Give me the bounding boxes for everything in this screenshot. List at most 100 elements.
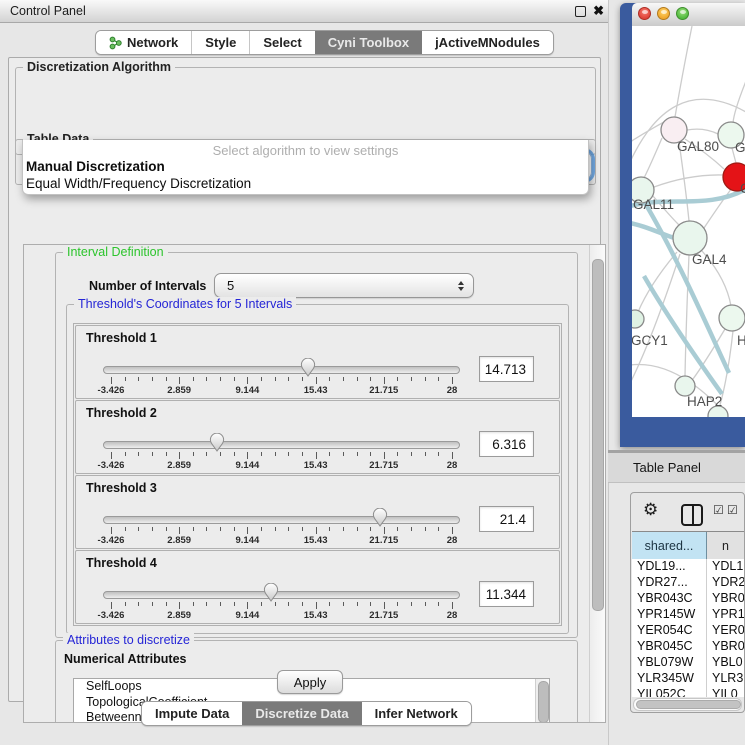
network-edge[interactable] bbox=[685, 255, 689, 376]
pane-scrollbar-thumb[interactable] bbox=[592, 259, 604, 611]
cell-shared-name[interactable]: YPR145W bbox=[632, 607, 707, 623]
cell-shared-name[interactable]: YLR345W bbox=[632, 671, 707, 687]
network-node[interactable] bbox=[632, 310, 644, 328]
threshold-value-field[interactable]: 6.316 bbox=[479, 431, 534, 457]
pane-scrollbar[interactable] bbox=[589, 245, 605, 722]
network-edge[interactable] bbox=[687, 129, 718, 134]
network-node[interactable] bbox=[675, 376, 695, 396]
threshold-value-field[interactable]: 14.713 bbox=[479, 356, 534, 382]
table-row[interactable]: YER054CYER0 bbox=[632, 623, 744, 639]
threshold-label: Threshold 4 bbox=[86, 556, 157, 570]
table-rows: YDL19...YDL1YDR27...YDR2YBR043CYBR0YPR14… bbox=[632, 559, 744, 697]
network-edge[interactable] bbox=[704, 188, 732, 228]
network-edge[interactable] bbox=[632, 122, 664, 146]
column-header-name[interactable]: n bbox=[707, 532, 744, 559]
list-scrollbar[interactable] bbox=[535, 679, 549, 723]
cell-name[interactable]: YPR1 bbox=[707, 607, 744, 623]
network-node[interactable] bbox=[719, 305, 745, 331]
table-row[interactable]: YBR045CYBR0 bbox=[632, 639, 744, 655]
cell-shared-name[interactable]: YDL19... bbox=[632, 559, 707, 575]
checkbox-icon[interactable]: ☑ bbox=[727, 503, 738, 517]
tab-infer-network[interactable]: Infer Network bbox=[362, 702, 471, 725]
cell-name[interactable]: YIL0 bbox=[707, 687, 744, 697]
checkbox-icon[interactable]: ☑ bbox=[713, 503, 724, 517]
tick-mark bbox=[247, 527, 248, 534]
slider-track[interactable] bbox=[103, 591, 460, 599]
cell-shared-name[interactable]: YDR27... bbox=[632, 575, 707, 591]
cell-shared-name[interactable]: YBR043C bbox=[632, 591, 707, 607]
popup-item-equal-width-frequency[interactable]: Equal Width/Frequency Discretization bbox=[26, 176, 251, 191]
close-icon[interactable]: ✖ bbox=[593, 3, 604, 19]
threshold-slider[interactable]: -3.4262.8599.14415.4321.71528 bbox=[103, 436, 460, 470]
tick-mark bbox=[234, 602, 235, 606]
network-view-frame[interactable]: GAL80GACGAL11GAL4GCY1HHAP2 bbox=[620, 3, 745, 447]
table-row[interactable]: YIL052CYIL0 bbox=[632, 687, 744, 697]
cell-shared-name[interactable]: YBL079W bbox=[632, 655, 707, 671]
slider-tick-labels: -3.4262.8599.14415.4321.71528 bbox=[111, 610, 452, 621]
tick-mark bbox=[261, 527, 262, 531]
tick-mark bbox=[411, 377, 412, 381]
slider-track[interactable] bbox=[103, 441, 460, 449]
threshold-label: Threshold 2 bbox=[86, 406, 157, 420]
tab-cyni-toolbox[interactable]: Cyni Toolbox bbox=[315, 31, 422, 54]
list-scrollbar-thumb[interactable] bbox=[538, 681, 549, 723]
cell-shared-name[interactable]: YER054C bbox=[632, 623, 707, 639]
float-window-icon[interactable] bbox=[575, 6, 586, 17]
number-of-intervals-combo[interactable]: 5 bbox=[214, 273, 474, 298]
cell-name[interactable]: YBR0 bbox=[707, 591, 744, 607]
table-hscrollbar[interactable] bbox=[633, 698, 742, 711]
table-row[interactable]: YDL19...YDL1 bbox=[632, 559, 744, 575]
gear-icon[interactable]: ⚙ bbox=[643, 500, 658, 520]
apply-button[interactable]: Apply bbox=[277, 670, 343, 694]
cell-name[interactable]: YER0 bbox=[707, 623, 744, 639]
control-panel: Control Panel ✖ Network Style Select Cyn… bbox=[0, 0, 609, 745]
table-row[interactable]: YLR345WYLR3 bbox=[632, 671, 744, 687]
cell-shared-name[interactable]: YIL052C bbox=[632, 687, 707, 697]
tick-mark bbox=[247, 377, 248, 384]
tab-impute-data[interactable]: Impute Data bbox=[142, 702, 242, 725]
slider-thumb[interactable] bbox=[300, 358, 316, 377]
zoom-traffic-light-icon[interactable] bbox=[676, 7, 689, 20]
cell-name[interactable]: YBL0 bbox=[707, 655, 744, 671]
network-canvas[interactable]: GAL80GACGAL11GAL4GCY1HHAP2 bbox=[632, 26, 745, 417]
tick-mark bbox=[206, 452, 207, 456]
tab-style[interactable]: Style bbox=[191, 31, 249, 54]
table-hscrollbar-thumb[interactable] bbox=[636, 700, 741, 709]
slider-thumb[interactable] bbox=[372, 508, 388, 527]
threshold-slider[interactable]: -3.4262.8599.14415.4321.71528 bbox=[103, 511, 460, 545]
tab-select[interactable]: Select bbox=[249, 31, 314, 54]
threshold-slider[interactable]: -3.4262.8599.14415.4321.71528 bbox=[103, 586, 460, 620]
column-header-shared[interactable]: shared... bbox=[632, 532, 707, 559]
slider-thumb[interactable] bbox=[263, 583, 279, 602]
threshold-value-field[interactable]: 11.344 bbox=[479, 581, 534, 607]
network-node[interactable] bbox=[673, 221, 707, 255]
slider-track[interactable] bbox=[103, 516, 460, 524]
network-window-titlebar[interactable] bbox=[632, 3, 745, 27]
close-traffic-light-icon[interactable] bbox=[638, 7, 651, 20]
slider-thumb[interactable] bbox=[209, 433, 225, 452]
table-row[interactable]: YBL079WYBL0 bbox=[632, 655, 744, 671]
cell-name[interactable]: YBR0 bbox=[707, 639, 744, 655]
table-row[interactable]: YBR043CYBR0 bbox=[632, 591, 744, 607]
slider-track[interactable] bbox=[103, 366, 460, 374]
popup-item-manual-discretization[interactable]: Manual Discretization bbox=[26, 159, 165, 174]
network-edge[interactable] bbox=[733, 81, 745, 123]
table-row[interactable]: YPR145WYPR1 bbox=[632, 607, 744, 623]
threshold-slider[interactable]: -3.4262.8599.14415.4321.71528 bbox=[103, 361, 460, 395]
cell-shared-name[interactable]: YBR045C bbox=[632, 639, 707, 655]
column-layout-icon[interactable] bbox=[681, 504, 703, 526]
cell-name[interactable]: YDR2 bbox=[707, 575, 744, 591]
tab-network[interactable]: Network bbox=[96, 31, 191, 54]
network-edge[interactable] bbox=[644, 138, 662, 178]
tab-style-label: Style bbox=[205, 35, 236, 50]
network-edge[interactable] bbox=[654, 175, 723, 187]
threshold-value-field[interactable]: 21.4 bbox=[479, 506, 534, 532]
tick-mark bbox=[179, 377, 180, 384]
cell-name[interactable]: YDL1 bbox=[707, 559, 744, 575]
tab-discretize-data[interactable]: Discretize Data bbox=[242, 702, 361, 725]
cell-name[interactable]: YLR3 bbox=[707, 671, 744, 687]
tab-jactivemnodules[interactable]: jActiveMNodules bbox=[422, 31, 553, 54]
table-row[interactable]: YDR27...YDR2 bbox=[632, 575, 744, 591]
tick-mark bbox=[357, 602, 358, 606]
minimize-traffic-light-icon[interactable] bbox=[657, 7, 670, 20]
